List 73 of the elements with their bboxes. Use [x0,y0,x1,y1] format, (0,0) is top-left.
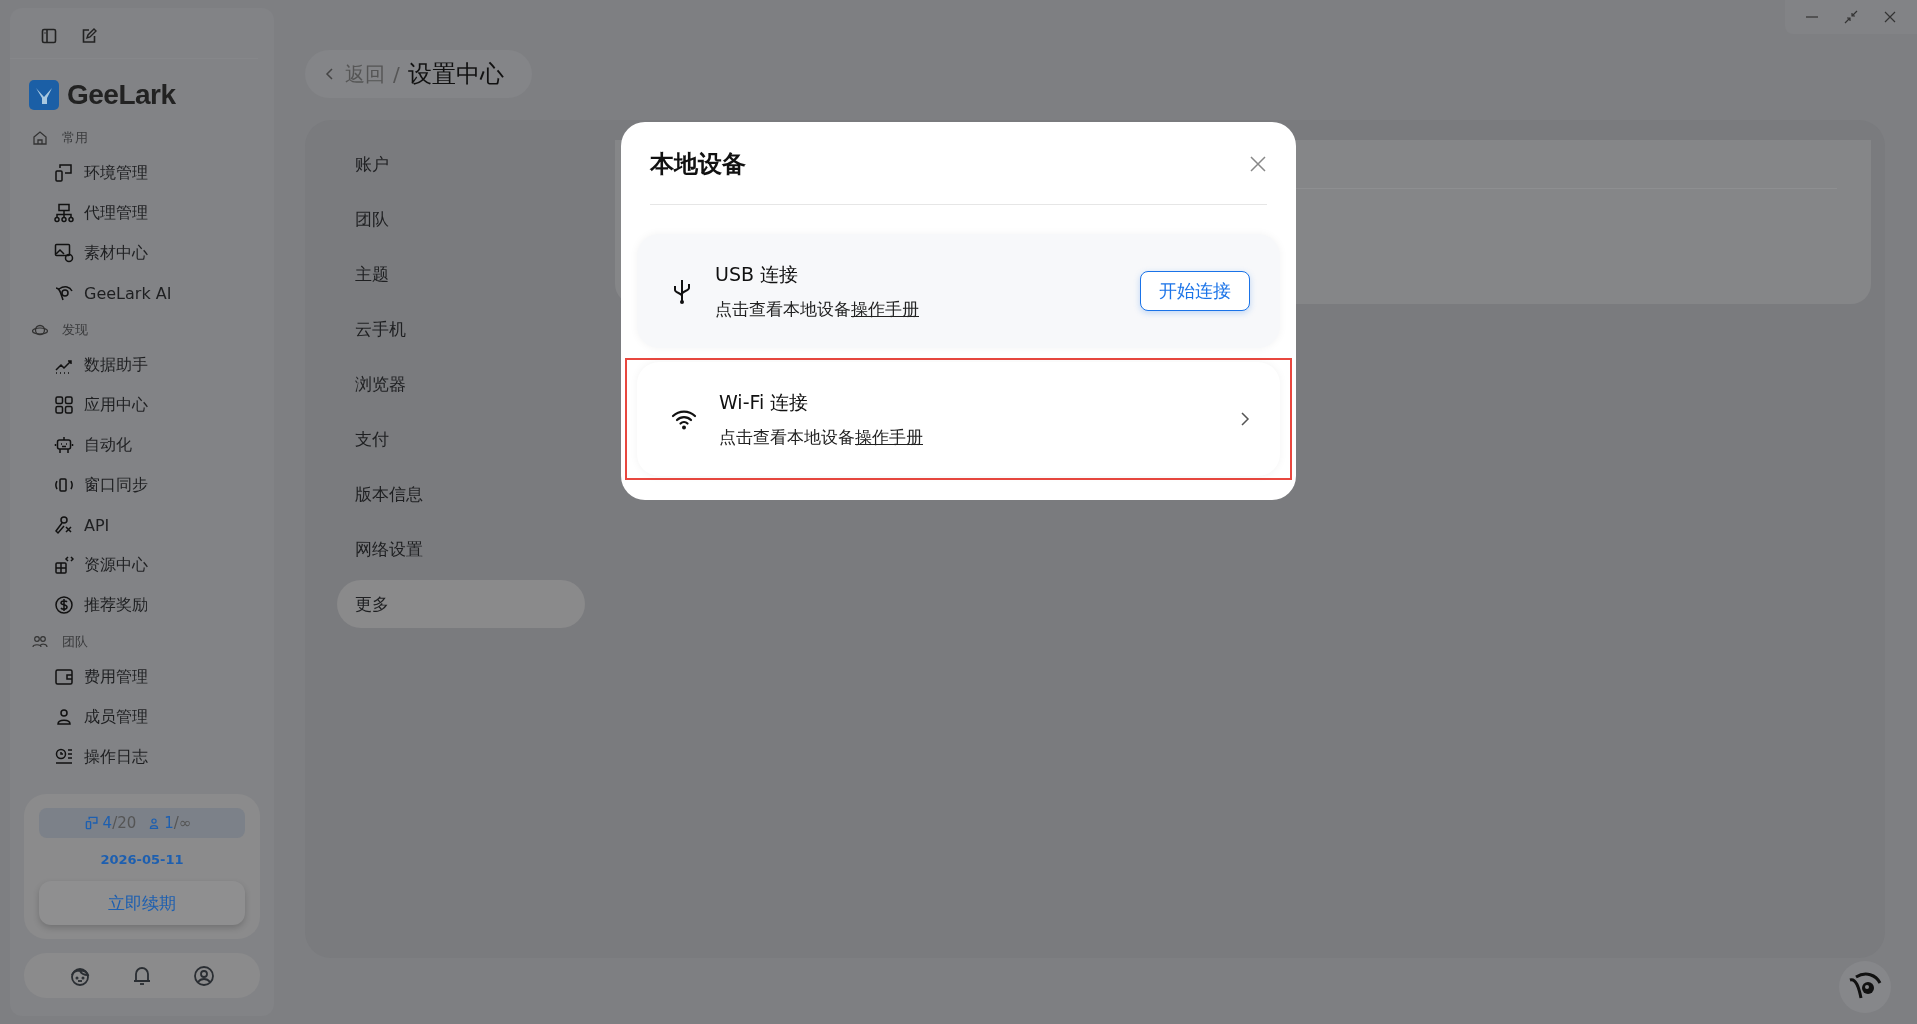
breadcrumb-separator: / [393,62,400,86]
close-icon[interactable] [1882,10,1897,24]
nav-item[interactable]: 推荐奖励 [10,585,274,625]
nav-item[interactable]: 环境管理 [10,153,274,193]
nav-item[interactable]: 操作日志 [10,737,274,777]
devices-used: 4 [102,814,113,832]
nav-item[interactable]: GeeLark AI [10,273,274,313]
option-title: Wi-Fi 连接 [719,389,810,415]
nav-icon [54,707,74,727]
nav-icon [54,435,74,455]
nav-icon [54,395,74,415]
option-description: 点击查看本地设备操作手册 [719,425,924,449]
settings-menu-item[interactable]: 主题 [337,250,585,298]
settings-menu-item[interactable]: 团队 [337,195,585,243]
connection-option[interactable]: Wi-Fi 连接 点击查看本地设备操作手册 [637,362,1280,476]
settings-menu-item[interactable]: 更多 [337,580,585,628]
manual-link[interactable]: 操作手册 [855,426,923,447]
settings-menu-item[interactable]: 账户 [337,140,585,188]
nav-icon [54,595,74,615]
edit-icon[interactable] [81,28,97,44]
nav-item[interactable]: 费用管理 [10,657,274,697]
settings-menu-item[interactable]: 版本信息 [337,470,585,518]
assistant-bird-icon[interactable] [1838,960,1892,1014]
manual-link[interactable]: 操作手册 [851,298,919,319]
brand-name: GeeLark [67,79,176,111]
nav-icon [54,555,74,575]
nav-icon [54,203,74,223]
members-used: 1 [164,814,174,832]
nav-icon [54,667,74,687]
nav-item[interactable]: 素材中心 [10,233,274,273]
nav-item[interactable]: 应用中心 [10,385,274,425]
section-icon [32,322,48,338]
nav-item[interactable]: 代理管理 [10,193,274,233]
nav-item[interactable]: API [10,505,274,545]
bell-icon[interactable] [132,964,152,987]
nav-icon [54,475,74,495]
section-label: 团队 [62,633,88,651]
usb-icon [671,278,693,304]
nav-icon [54,243,74,263]
sidebar-toggle-icon[interactable] [41,28,57,44]
nav-item[interactable]: 自动化 [10,425,274,465]
nav-icon [54,515,74,535]
nav-item[interactable]: 窗口同步 [10,465,274,505]
nav-icon [54,163,74,183]
section-icon [32,130,48,146]
nav-item[interactable]: 数据助手 [10,345,274,385]
wifi-icon [671,408,697,430]
option-description: 点击查看本地设备操作手册 [715,297,920,321]
logo-icon [29,80,59,110]
nav-icon [54,283,74,303]
section-label: 发现 [62,321,88,339]
settings-menu-item[interactable]: 云手机 [337,305,585,353]
settings-menu-item[interactable]: 网络设置 [337,525,585,573]
nav-item[interactable]: 资源中心 [10,545,274,585]
start-connect-button[interactable]: 开始连接 [1140,271,1250,311]
section-label: 常用 [62,129,88,147]
dialog-title: 本地设备 [650,149,746,180]
section-icon [32,634,48,650]
nav-icon [54,747,74,767]
close-icon[interactable] [1249,155,1267,173]
profile-icon[interactable] [192,964,215,987]
page-title: 设置中心 [407,59,504,90]
chevron-right-icon [1240,411,1250,427]
nav-item[interactable]: 成员管理 [10,697,274,737]
devices-icon [84,816,99,830]
person-icon [148,816,161,830]
members-total: /∞ [173,814,192,832]
restore-icon[interactable] [1844,10,1858,24]
chevron-left-icon [325,67,335,81]
option-title: USB 连接 [715,261,800,287]
settings-menu-item[interactable]: 支付 [337,415,585,463]
expiry-date: 2026-05-11 [100,851,184,869]
settings-menu-item[interactable]: 浏览器 [337,360,585,408]
